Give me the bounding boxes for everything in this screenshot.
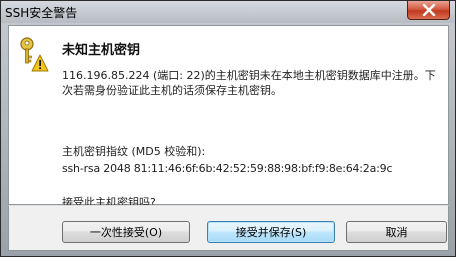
ssh-warning-dialog: SSH安全警告 未知主机密钥 116.196.85.224 (端口: 22)的主… bbox=[0, 0, 456, 257]
dialog-heading: 未知主机密钥 bbox=[62, 43, 141, 58]
fingerprint-value: ssh-rsa 2048 81:11:46:6f:6b:42:52:59:88:… bbox=[62, 162, 393, 175]
warning-key-icon bbox=[15, 36, 49, 72]
close-icon bbox=[422, 4, 436, 16]
title-bar[interactable]: SSH安全警告 bbox=[1, 1, 455, 23]
cancel-button[interactable]: 取消 bbox=[346, 221, 447, 243]
accept-once-button[interactable]: 一次性接受(O) bbox=[62, 221, 190, 243]
accept-and-save-button[interactable]: 接受并保存(S) bbox=[207, 221, 335, 243]
dialog-message: 116.196.85.224 (端口: 22)的主机密钥未在本地主机密钥数据库中… bbox=[62, 69, 436, 97]
fingerprint-label: 主机密钥指纹 (MD5 校验和): bbox=[62, 145, 206, 158]
close-button[interactable] bbox=[407, 1, 450, 20]
dialog-content: 未知主机密钥 116.196.85.224 (端口: 22)的主机密钥未在本地主… bbox=[8, 25, 449, 209]
window-title: SSH安全警告 bbox=[5, 6, 78, 20]
